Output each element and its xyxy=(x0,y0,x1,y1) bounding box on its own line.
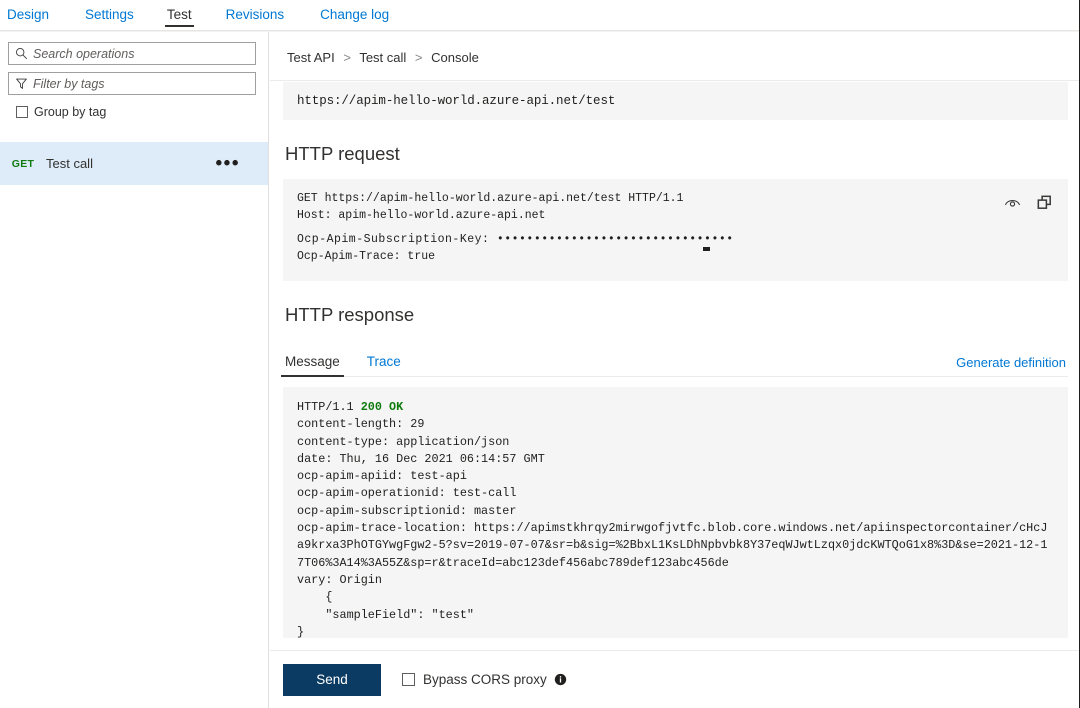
request-line-4: Ocp-Apim-Trace: true xyxy=(297,249,436,263)
console-footer: Send Bypass CORS proxy xyxy=(270,650,1080,708)
tab-settings[interactable]: Settings xyxy=(83,0,136,24)
filter-icon xyxy=(9,73,33,94)
breadcrumb-separator: > xyxy=(343,50,351,65)
http-response-heading: HTTP response xyxy=(285,304,415,325)
tab-change-log[interactable]: Change log xyxy=(318,0,391,24)
search-input[interactable] xyxy=(33,46,255,61)
group-by-tag-label: Group by tag xyxy=(34,105,107,119)
breadcrumb-item-console: Console xyxy=(431,50,479,65)
operation-method-badge: GET xyxy=(11,157,35,170)
response-status-prefix: HTTP/1.1 xyxy=(297,400,361,414)
test-console-page: Design Settings Test Revisions Change lo… xyxy=(0,0,1080,708)
tab-settings-label: Settings xyxy=(85,7,134,22)
tab-message[interactable]: Message xyxy=(281,354,344,377)
filter-tags-input[interactable] xyxy=(33,76,255,91)
request-line-1: GET https://apim-hello-world.azure-api.n… xyxy=(297,192,684,205)
copy-icon[interactable] xyxy=(1035,193,1054,212)
tab-test-label: Test xyxy=(166,7,192,22)
tab-test[interactable]: Test xyxy=(164,0,194,27)
tab-revisions-label: Revisions xyxy=(225,7,285,22)
request-actions xyxy=(1003,193,1054,212)
operations-sidebar: Group by tag GET Test call ••• xyxy=(0,32,269,708)
info-icon[interactable] xyxy=(554,673,567,686)
response-body: { "sampleField": "test" } xyxy=(297,590,474,638)
request-line-2: Host: apim-hello-world.azure-api.net xyxy=(297,208,546,222)
response-headers: content-length: 29 content-type: applica… xyxy=(297,417,1048,587)
operations-list: GET Test call ••• xyxy=(0,142,268,185)
response-tabbar: Message Trace Generate definition xyxy=(281,348,1068,377)
bypass-cors-toggle[interactable]: Bypass CORS proxy xyxy=(402,672,567,687)
request-url-text: https://apim-hello-world.azure-api.net/t… xyxy=(297,94,616,108)
breadcrumb-item-operation[interactable]: Test call xyxy=(359,50,406,65)
breadcrumb-separator-2: > xyxy=(414,50,423,65)
breadcrumb-divider xyxy=(270,80,1080,81)
request-url-bar: https://apim-hello-world.azure-api.net/t… xyxy=(283,82,1068,120)
tab-test-active-underline xyxy=(164,25,194,27)
bypass-cors-label: Bypass CORS proxy xyxy=(423,672,547,687)
group-by-tag-toggle[interactable]: Group by tag xyxy=(8,102,256,119)
eye-icon[interactable] xyxy=(1003,193,1022,212)
tab-trace[interactable]: Trace xyxy=(365,354,403,377)
response-status-line: HTTP/1.1 200 OK xyxy=(297,399,1054,416)
tab-revisions[interactable]: Revisions xyxy=(224,0,287,24)
tab-change-log-label: Change log xyxy=(320,7,390,22)
filter-by-tags-field[interactable] xyxy=(8,72,256,95)
http-request-box: GET https://apim-hello-world.azure-api.n… xyxy=(283,179,1068,281)
generate-definition-link[interactable]: Generate definition xyxy=(956,355,1066,370)
response-status-code: 200 OK xyxy=(360,400,404,414)
http-request-heading: HTTP request xyxy=(285,143,400,164)
breadcrumb-item-api[interactable]: Test API xyxy=(287,50,335,65)
http-response-box: HTTP/1.1 200 OK content-length: 29 conte… xyxy=(283,387,1068,638)
request-line-3: Ocp-Apim-Subscription-Key: •••••••••••••… xyxy=(297,233,734,246)
primary-tabbar: Design Settings Test Revisions Change lo… xyxy=(0,0,1080,32)
sidebar-filters: Group by tag xyxy=(0,32,268,119)
operation-name: Test call xyxy=(46,156,93,171)
operation-context-menu-icon[interactable]: ••• xyxy=(216,154,268,173)
tab-design[interactable]: Design xyxy=(5,0,51,24)
tab-trace-label: Trace xyxy=(366,354,401,369)
console-content: https://apim-hello-world.azure-api.net/t… xyxy=(270,82,1080,638)
search-operations-field[interactable] xyxy=(8,42,256,65)
search-icon xyxy=(9,43,33,64)
operation-row-test-call[interactable]: GET Test call ••• xyxy=(0,142,268,185)
text-caret xyxy=(703,247,710,251)
breadcrumb: Test API > Test call > Console xyxy=(270,32,1080,65)
group-by-tag-checkbox[interactable] xyxy=(16,106,28,118)
tab-message-active-underline xyxy=(281,375,344,377)
console-pane: Test API > Test call > Console https://a… xyxy=(270,32,1080,708)
tab-design-label: Design xyxy=(7,7,50,22)
send-button[interactable]: Send xyxy=(283,663,381,696)
tab-message-label: Message xyxy=(285,354,340,369)
bypass-cors-checkbox[interactable] xyxy=(402,673,415,686)
